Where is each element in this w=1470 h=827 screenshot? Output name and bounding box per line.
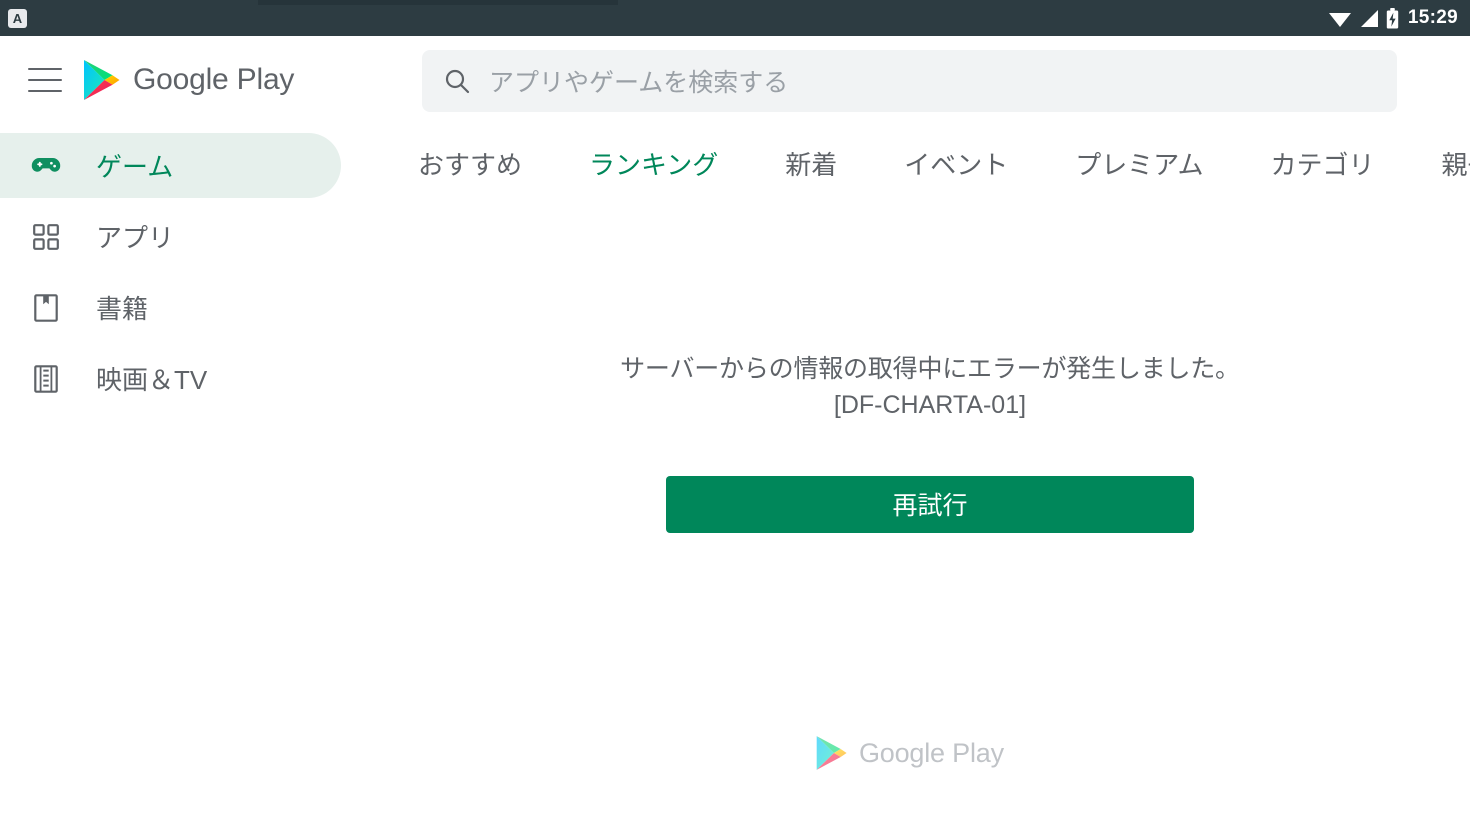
search-icon [445,69,470,93]
cellular-signal-icon [1360,9,1378,27]
sidebar-item-label: アプリ [96,223,175,253]
tab-premium[interactable]: プレミアム [1075,124,1203,214]
sidebar-item-label: 書籍 [96,294,149,324]
app-notification-icon: A [8,8,27,28]
tab-label: おすすめ [418,150,523,180]
film-strip-icon [30,364,62,393]
tab-osusume[interactable]: おすすめ [418,124,522,214]
google-play-logo-icon [816,736,847,770]
notification-letter: A [12,10,23,26]
search-input[interactable]: アプリやゲームを検索する [422,50,1397,112]
sidebar: ゲーム アプリ 書籍 映画＆TV [0,124,390,827]
app-header: Google Play アプリやゲームを検索する [0,36,1470,124]
battery-charging-icon [1386,7,1399,28]
tab-label: ランキング [589,150,719,180]
footer-logo-label: Google Play [859,737,1004,768]
tab-label: 新着 [785,150,838,180]
google-play-logo-icon [84,60,120,100]
status-bar-right: 15:29 [1328,7,1470,29]
sidebar-item-label: ゲーム [96,152,174,182]
tab-shinchaku[interactable]: 新着 [785,124,837,214]
sidebar-item-apps[interactable]: アプリ [0,201,390,272]
footer-google-play-watermark: Google Play [815,735,1004,771]
google-play-brand[interactable]: Google Play [82,59,294,101]
tab-oyako[interactable]: 親子 [1441,124,1470,214]
tab-event[interactable]: イベント [904,124,1008,214]
recording-strip [258,0,618,5]
sidebar-item-movies-tv[interactable]: 映画＆TV [0,343,390,414]
tab-label: イベント [904,150,1009,180]
search-placeholder: アプリやゲームを検索する [489,69,789,97]
apps-grid-icon [30,223,62,250]
sidebar-item-books[interactable]: 書籍 [0,272,390,343]
brand-title: Google Play [133,63,295,96]
status-bar-clock: 15:29 [1407,7,1458,28]
status-bar: A 15:29 [0,0,1470,36]
sidebar-item-label: 映画＆TV [96,365,208,395]
tab-label: プレミアム [1075,150,1204,180]
tab-ranking[interactable]: ランキング [589,124,718,214]
hamburger-line [28,79,62,81]
retry-button[interactable]: 再試行 [666,475,1194,533]
error-code: [DF-CHARTA-01] [833,390,1027,419]
hamburger-line [28,68,62,70]
error-block: サーバーからの情報の取得中にエラーが発生しました。 [DF-CHARTA-01] [620,353,1240,423]
category-tab-bar: おすすめ ランキング 新着 イベント プレミアム カテゴリ 親子 [390,124,1470,214]
book-icon [30,293,62,322]
status-bar-left: A [0,8,27,28]
error-message: サーバーからの情報の取得中にエラーが発生しました。 [620,355,1240,383]
tab-label: カテゴリ [1270,150,1375,180]
tab-label: 親子 [1441,150,1470,180]
sidebar-item-games[interactable]: ゲーム [0,130,390,201]
hamburger-menu-icon[interactable] [28,68,62,92]
tab-category[interactable]: カテゴリ [1270,124,1374,214]
hamburger-line [28,90,62,92]
gamepad-icon [30,155,62,177]
wifi-icon [1328,12,1351,27]
